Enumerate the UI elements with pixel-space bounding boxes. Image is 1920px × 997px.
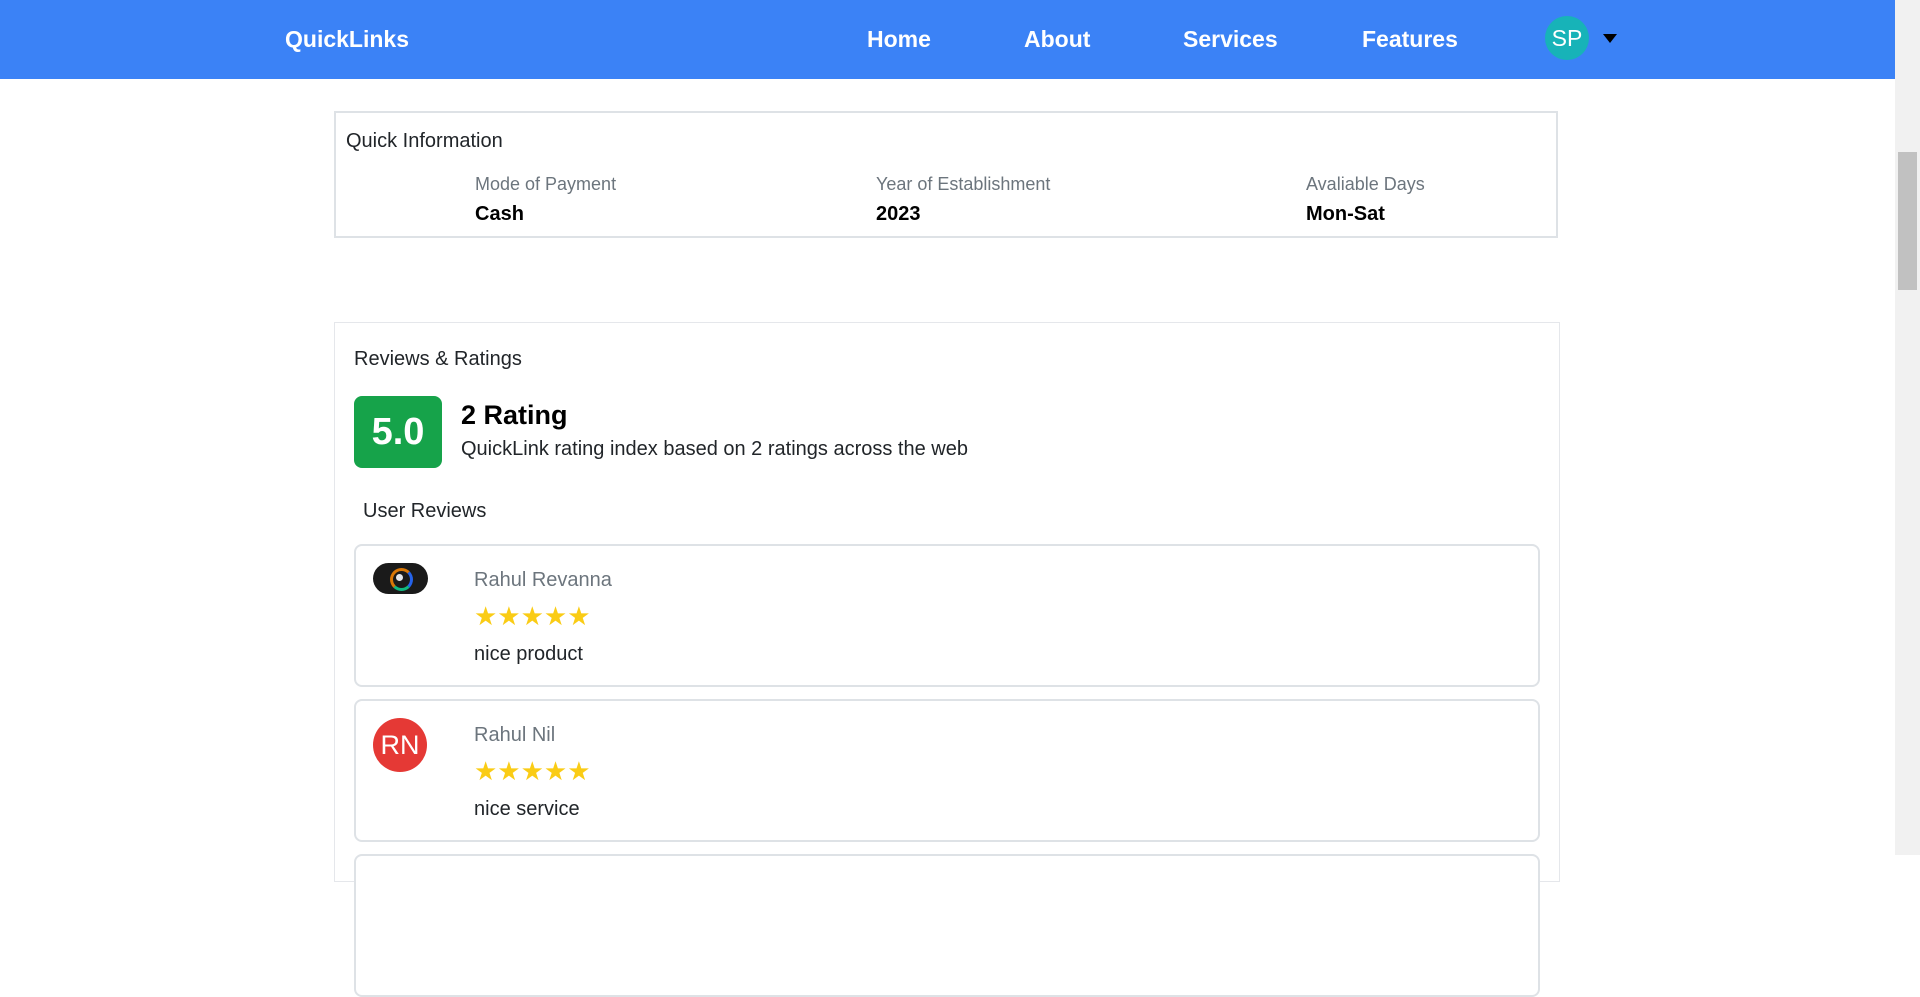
- reviewer-name: Rahul Nil: [474, 724, 556, 746]
- rating-description: QuickLink rating index based on 2 rating…: [461, 438, 968, 460]
- avatar: [373, 563, 428, 594]
- review-card: RN Rahul Nil ★★★★★ nice service: [354, 699, 1540, 842]
- available-days-info: Avaliable Days Mon-Sat: [1306, 174, 1425, 226]
- review-text: nice service: [474, 798, 580, 820]
- info-label: Year of Establishment: [876, 174, 1051, 194]
- star-rating-icon: ★★★★★: [474, 601, 591, 631]
- brand-logo[interactable]: QuickLinks: [285, 26, 409, 53]
- nav-link-services[interactable]: Services: [1183, 26, 1278, 53]
- vertical-scrollbar[interactable]: [1895, 0, 1920, 855]
- user-avatar[interactable]: SP: [1545, 16, 1589, 60]
- avatar-center-icon: [396, 574, 403, 581]
- nav-link-about[interactable]: About: [1024, 26, 1090, 53]
- chevron-down-icon[interactable]: [1603, 34, 1617, 43]
- info-value: Cash: [475, 203, 524, 225]
- review-text: nice product: [474, 643, 583, 665]
- top-navbar: QuickLinks Home About Services Features …: [0, 0, 1895, 79]
- info-value: 2023: [876, 203, 921, 225]
- nav-link-features[interactable]: Features: [1362, 26, 1458, 53]
- reviewer-name: Rahul Revanna: [474, 569, 612, 591]
- info-label: Mode of Payment: [475, 174, 617, 194]
- reviews-ratings-card: Reviews & Ratings 5.0 2 Rating QuickLink…: [334, 322, 1560, 997]
- establishment-year-info: Year of Establishment 2023: [876, 174, 1050, 226]
- review-card: Rahul Revanna ★★★★★ nice product: [354, 544, 1540, 687]
- avatar: RN: [373, 718, 427, 772]
- info-label: Avaliable Days: [1306, 174, 1425, 194]
- user-reviews-title: User Reviews: [363, 500, 487, 522]
- info-value: Mon-Sat: [1306, 203, 1385, 225]
- nav-link-home[interactable]: Home: [867, 26, 931, 53]
- review-card-partial: [354, 854, 1540, 997]
- scrollbar-thumb[interactable]: [1898, 152, 1917, 290]
- quick-information-card: Quick Information Mode of Payment Cash Y…: [334, 111, 1558, 238]
- rating-score-badge: 5.0: [354, 396, 442, 468]
- quick-information-title: Quick Information: [346, 130, 503, 152]
- rating-count-heading: 2 Rating: [461, 400, 568, 430]
- reviews-title: Reviews & Ratings: [354, 348, 522, 370]
- payment-mode-info: Mode of Payment Cash: [475, 174, 616, 226]
- star-rating-icon: ★★★★★: [474, 756, 591, 786]
